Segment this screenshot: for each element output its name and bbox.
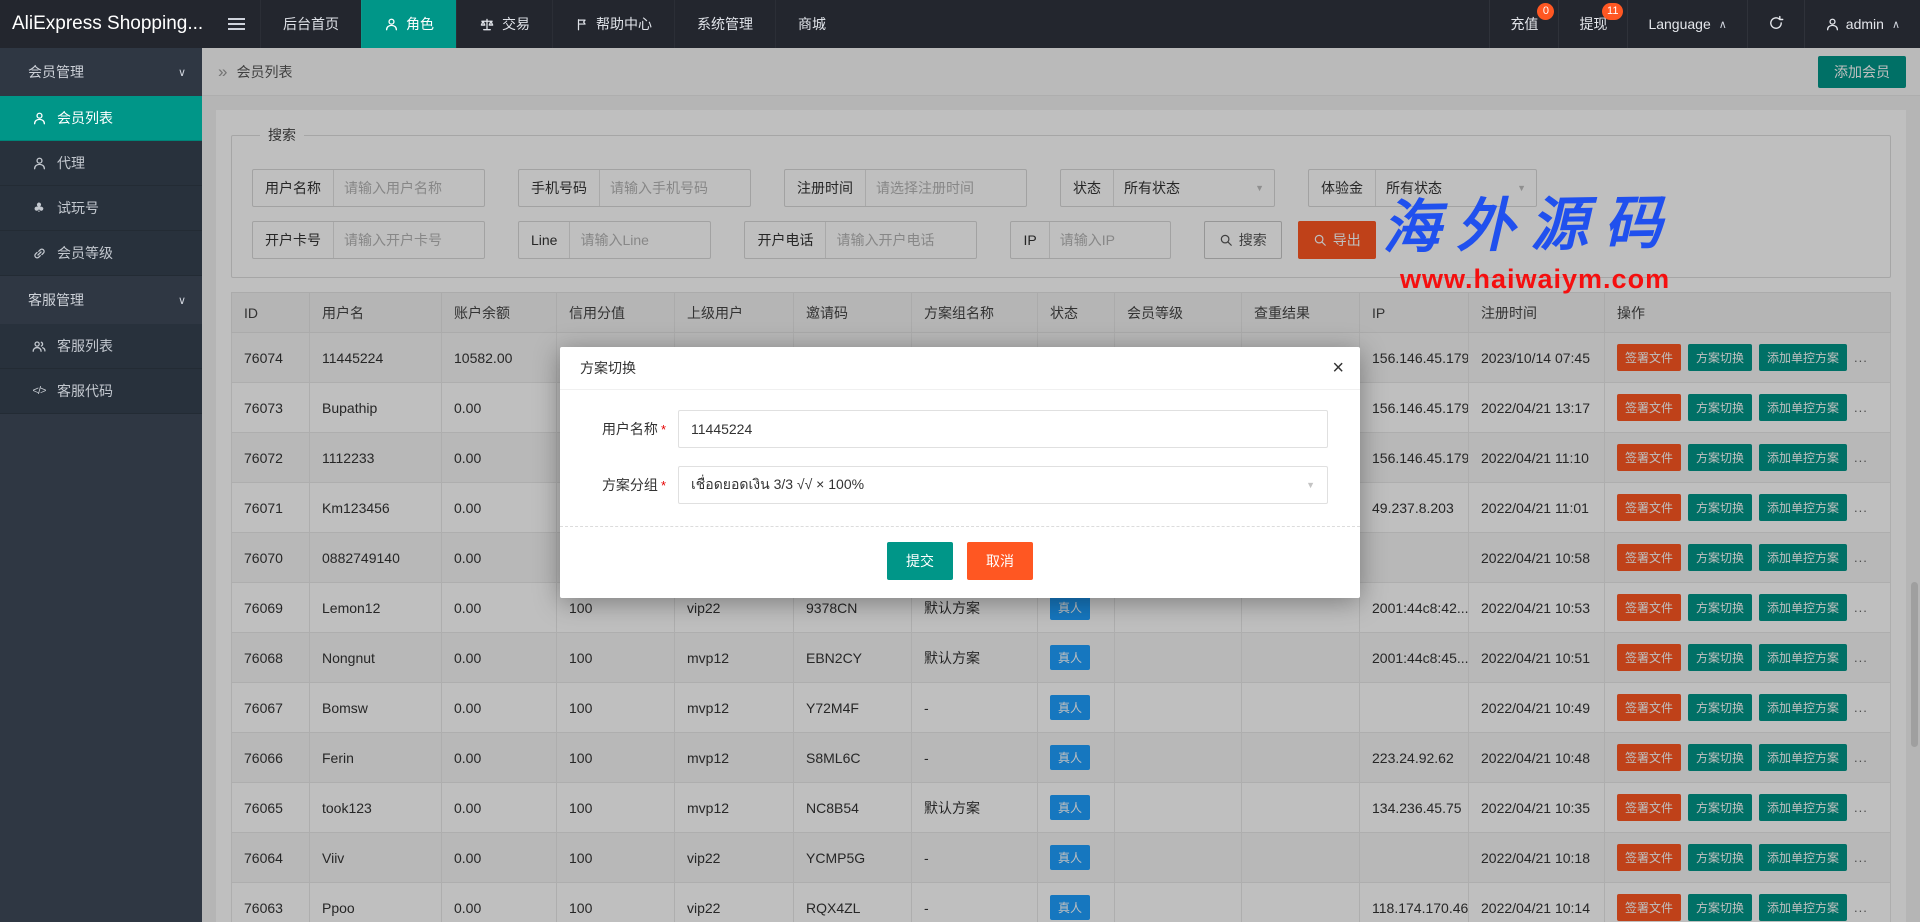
submit-button[interactable]: 提交	[887, 542, 953, 580]
plan-group-field-label: 方案分组 *	[601, 477, 666, 493]
refresh-button[interactable]	[1746, 0, 1804, 48]
modal-header: 方案切换 ×	[560, 347, 1360, 390]
modal-title: 方案切换	[580, 360, 636, 376]
sidebar-group-service-management[interactable]: 客服管理 ∨	[0, 276, 202, 324]
vertical-scrollbar[interactable]	[1911, 582, 1918, 747]
scales-icon	[479, 17, 495, 32]
username-field[interactable]	[678, 410, 1328, 448]
menu-icon	[227, 15, 245, 33]
person-icon	[30, 111, 48, 126]
nav-item-label: 交易	[502, 16, 530, 32]
recharge-menu-item[interactable]: 充值 0	[1489, 0, 1558, 48]
sidebar-item-label: 代理	[57, 155, 85, 171]
nav-item-label: 后台首页	[283, 16, 339, 32]
sidebar-item-trial-account[interactable]: ♣ 试玩号	[0, 186, 202, 231]
withdraw-menu-item[interactable]: 提现 11	[1558, 0, 1627, 48]
sidebar-item-label: 客服代码	[57, 383, 113, 399]
chevron-down-icon: ∨	[177, 66, 186, 79]
modal-body: 用户名称* 方案分组* เชื่อดยอดเงิน 3/3 √√ × 100% …	[560, 390, 1360, 504]
caret-down-icon: ▼	[1306, 480, 1315, 490]
sidebar-group-member-management[interactable]: 会员管理 ∨	[0, 48, 202, 96]
flag-icon	[575, 17, 589, 32]
sidebar-item-agent[interactable]: 代理	[0, 141, 202, 186]
club-icon: ♣	[33, 200, 45, 216]
nav-item-help[interactable]: 帮助中心	[552, 0, 674, 48]
person-icon	[384, 17, 399, 32]
chevron-up-icon: ∧	[1891, 18, 1900, 31]
nav-item-label: 系统管理	[697, 16, 753, 32]
chevron-up-icon: ∧	[1718, 18, 1727, 31]
sidebar-item-label: 会员列表	[57, 110, 113, 126]
nav-item-home[interactable]: 后台首页	[260, 0, 361, 48]
recharge-label: 充值	[1510, 16, 1539, 32]
refresh-icon	[1768, 15, 1784, 34]
people-icon	[30, 339, 48, 354]
required-marker: *	[660, 422, 666, 437]
plan-group-select[interactable]: เชื่อดยอดเงิน 3/3 √√ × 100% ▼	[678, 466, 1328, 504]
sidebar-item-service-list[interactable]: 客服列表	[0, 324, 202, 369]
sidebar-item-label: 客服列表	[57, 338, 113, 354]
link-icon	[30, 246, 48, 261]
nav-item-system[interactable]: 系统管理	[674, 0, 775, 48]
person-icon	[30, 156, 48, 171]
admin-label: admin	[1845, 16, 1884, 32]
sidebar-item-service-code[interactable]: </> 客服代码	[0, 369, 202, 414]
withdraw-badge: 11	[1602, 3, 1624, 20]
nav-item-role[interactable]: 角色	[361, 0, 456, 48]
modal-footer: 提交 取消	[560, 526, 1360, 598]
topbar: AliExpress Shopping... 后台首页 角色 交易 帮助中心 系统管理 商…	[0, 0, 1920, 48]
user-icon	[1825, 17, 1840, 32]
top-nav: 后台首页 角色 交易 帮助中心 系统管理 商城	[260, 0, 848, 48]
admin-menu[interactable]: admin ∧	[1803, 0, 1920, 48]
menu-toggle-button[interactable]	[212, 0, 260, 48]
sidebar: 会员管理 ∨ 会员列表代理 ♣ 试玩号会员等级客服管理 ∨ 客服列表 </> 客服代码	[0, 48, 202, 922]
nav-item-label: 帮助中心	[596, 16, 652, 32]
cancel-button[interactable]: 取消	[967, 542, 1033, 580]
code-icon: </>	[32, 385, 47, 397]
nav-item-label: 角色	[406, 16, 434, 32]
sidebar-group-label: 客服管理	[28, 292, 84, 308]
nav-item-label: 商城	[798, 16, 826, 32]
sidebar-item-label: 试玩号	[57, 200, 99, 216]
recharge-badge: 0	[1537, 3, 1555, 20]
close-icon[interactable]: ×	[1332, 347, 1344, 390]
plan-group-selected-value: เชื่อดยอดเงิน 3/3 √√ × 100%	[691, 476, 865, 492]
sidebar-item-label: 会员等级	[57, 245, 113, 261]
sidebar-item-member-list[interactable]: 会员列表	[0, 96, 202, 141]
plan-switch-modal: 方案切换 × 用户名称* 方案分组* เชื่อดยอดเงิน 3/3 √√ …	[560, 347, 1360, 598]
nav-item-trade[interactable]: 交易	[456, 0, 552, 48]
app-logo: AliExpress Shopping...	[12, 13, 204, 34]
sidebar-group-label: 会员管理	[28, 64, 84, 80]
username-field-label: 用户名称 *	[601, 421, 666, 437]
nav-item-mall[interactable]: 商城	[775, 0, 848, 48]
sidebar-item-member-level[interactable]: 会员等级	[0, 231, 202, 276]
topbar-right: 充值 0 提现 11 Language ∧ admin ∧	[1489, 0, 1920, 48]
chevron-down-icon: ∨	[177, 294, 186, 307]
required-marker: *	[660, 478, 666, 493]
language-menu[interactable]: Language ∧	[1627, 0, 1746, 48]
